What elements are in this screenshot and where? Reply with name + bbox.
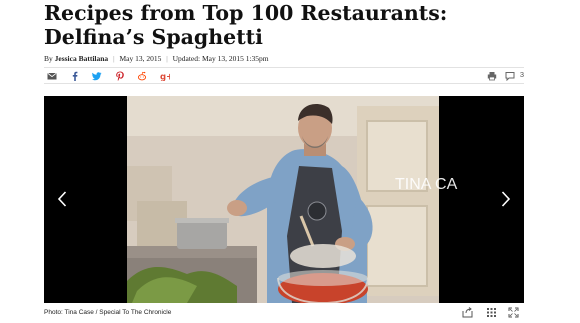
byline-divider: | <box>113 54 115 63</box>
article-title: Recipes from Top 100 Restaurants: Delfin… <box>44 1 448 49</box>
photo-gallery <box>44 96 524 303</box>
author-link[interactable]: Jessica Battilana <box>55 54 109 63</box>
updated-date: Updated: May 13, 2015 1:35pm <box>172 54 269 63</box>
photo-caption: Photo: Tina Case / Special To The Chroni… <box>44 309 172 316</box>
share-bar: g+ 3 <box>44 67 524 84</box>
google-plus-icon[interactable]: g+ <box>160 71 170 82</box>
byline-prefix: By <box>44 54 53 63</box>
share-photo-icon[interactable] <box>462 307 473 318</box>
byline-divider: | <box>166 54 168 63</box>
print-icon[interactable] <box>487 71 497 81</box>
comment-icon[interactable] <box>505 71 515 81</box>
previous-photo-arrow-icon[interactable] <box>57 191 67 207</box>
publish-date: May 13, 2015 <box>119 54 162 63</box>
pinterest-icon[interactable] <box>115 71 125 81</box>
comment-count[interactable]: 3 <box>520 70 524 79</box>
twitter-icon[interactable] <box>92 71 102 81</box>
email-icon[interactable] <box>47 71 57 81</box>
gallery-photo <box>127 96 439 303</box>
facebook-icon[interactable] <box>70 71 80 81</box>
reddit-icon[interactable] <box>137 71 147 81</box>
photo-watermark: TINA CA <box>395 176 458 193</box>
svg-text:g+: g+ <box>160 73 170 82</box>
byline: By Jessica Battilana | May 13, 2015 | Up… <box>44 54 269 63</box>
next-photo-arrow-icon[interactable] <box>501 191 511 207</box>
grid-view-icon[interactable] <box>486 307 497 318</box>
fullscreen-icon[interactable] <box>508 307 519 318</box>
